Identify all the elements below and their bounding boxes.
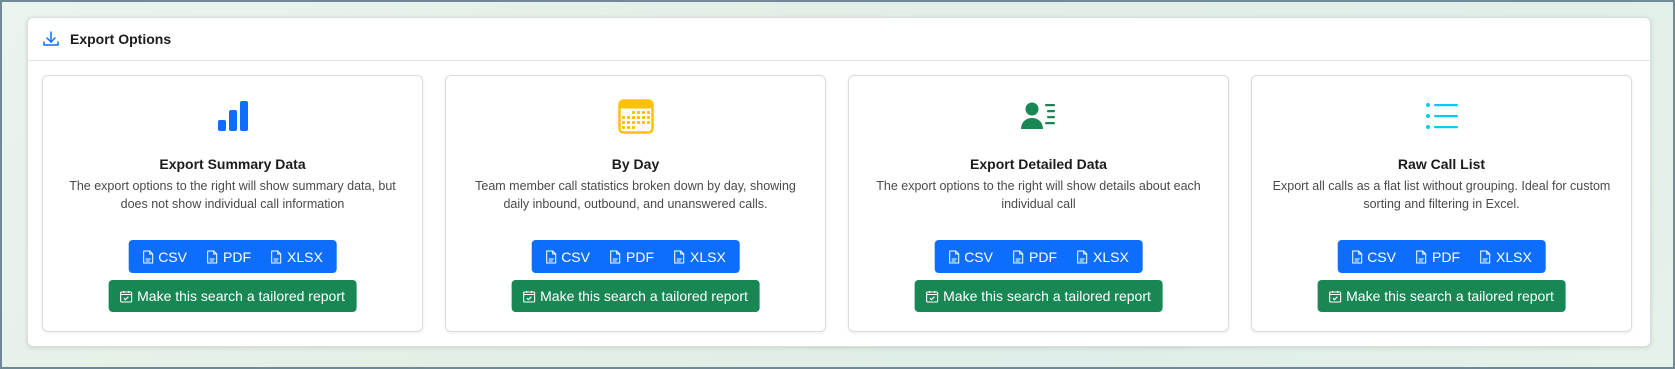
export-xlsx-label: XLSX [286,248,323,265]
export-xlsx-label: XLSX [1092,248,1129,265]
tailored-report-label: Make this search a tailored report [540,288,748,304]
file-pdf-icon [207,250,218,264]
export-card-raw-call-list: Raw Call List Export all calls as a flat… [1251,75,1632,332]
export-pdf-label: PDF [1028,248,1057,265]
export-pdf-button[interactable]: PDF [600,240,664,273]
export-xlsx-button[interactable]: XLSX [1470,240,1542,273]
tailored-report-label: Make this search a tailored report [137,288,345,304]
download-icon [41,29,61,49]
file-pdf-icon [610,250,621,264]
export-card-summary: Export Summary Data The export options t… [42,75,423,332]
export-cards: Export Summary Data The export options t… [42,75,1632,332]
calendar-check-icon [119,290,132,303]
export-pdf-label: PDF [625,248,654,265]
export-xlsx-button[interactable]: XLSX [1067,240,1139,273]
tailored-report-button[interactable]: Make this search a tailored report [108,280,357,312]
card-description: Team member call statistics broken down … [475,179,796,211]
export-csv-label: CSV [158,248,187,265]
export-xlsx-button[interactable]: XLSX [664,240,736,273]
export-xlsx-label: XLSX [1495,248,1532,265]
file-xlsx-icon [271,250,282,264]
calendar-icon [616,96,656,136]
card-title: Export Summary Data [159,156,306,172]
file-csv-icon [142,250,153,264]
export-pdf-label: PDF [1431,248,1460,265]
card-title: By Day [611,156,660,172]
tailored-report-label: Make this search a tailored report [1346,288,1554,304]
file-xlsx-icon [674,250,685,264]
file-csv-icon [948,250,959,264]
export-pdf-label: PDF [222,248,251,265]
calendar-check-icon [1328,290,1341,303]
file-xlsx-icon [1480,250,1491,264]
card-description: The export options to the right will sho… [876,179,1201,211]
export-card-detailed: Export Detailed Data The export options … [848,75,1229,332]
tailored-report-button[interactable]: Make this search a tailored report [914,280,1163,312]
tailored-report-button[interactable]: Make this search a tailored report [1317,280,1566,312]
export-csv-label: CSV [1367,248,1396,265]
card-description: The export options to the right will sho… [69,179,396,211]
export-csv-button[interactable]: CSV [535,240,600,273]
export-options-panel: Export Options Export Summary Data The e… [27,17,1651,347]
export-pdf-button[interactable]: PDF [1406,240,1470,273]
person-lines-icon [1019,96,1059,136]
tailored-report-label: Make this search a tailored report [943,288,1151,304]
file-pdf-icon [1013,250,1024,264]
export-pdf-button[interactable]: PDF [197,240,261,273]
file-csv-icon [545,250,556,264]
export-csv-button[interactable]: CSV [1341,240,1406,273]
card-description: Export all calls as a flat list without … [1272,179,1611,211]
export-csv-label: CSV [561,248,590,265]
panel-title: Export Options [70,31,172,47]
panel-header: Export Options [28,18,1650,61]
export-xlsx-label: XLSX [689,248,726,265]
export-csv-label: CSV [964,248,993,265]
export-button-group: CSV PDF XLSX [1337,240,1546,273]
calendar-check-icon [925,290,938,303]
bar-chart-icon [213,96,253,136]
export-button-group: CSV PDF XLSX [934,240,1143,273]
file-csv-icon [1351,250,1362,264]
export-button-group: CSV PDF XLSX [531,240,740,273]
tailored-report-button[interactable]: Make this search a tailored report [511,280,760,312]
export-csv-button[interactable]: CSV [938,240,1003,273]
calendar-check-icon [522,290,535,303]
file-xlsx-icon [1077,250,1088,264]
export-xlsx-button[interactable]: XLSX [261,240,333,273]
card-title: Raw Call List [1397,156,1486,172]
export-button-group: CSV PDF XLSX [128,240,337,273]
export-pdf-button[interactable]: PDF [1003,240,1067,273]
list-icon [1422,96,1462,136]
card-title: Export Detailed Data [970,156,1107,172]
export-card-by-day: By Day Team member call statistics broke… [445,75,826,332]
file-pdf-icon [1416,250,1427,264]
export-csv-button[interactable]: CSV [132,240,197,273]
